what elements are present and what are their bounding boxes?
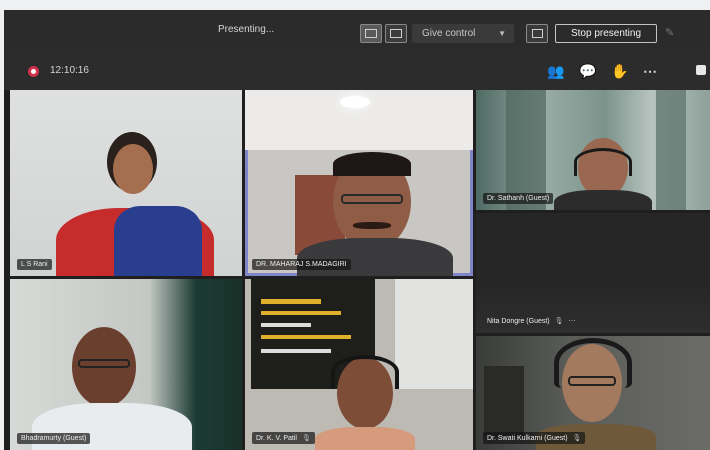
give-control-label: Give control xyxy=(422,28,476,39)
monitor-icon xyxy=(532,29,543,38)
video-tile[interactable]: Dr. Sathanh (Guest) xyxy=(476,90,710,210)
recording-icon xyxy=(28,66,39,77)
meeting-controls-bar: 12:10:16 👥 💬 ✋ ⋯ xyxy=(4,52,710,90)
participant-name: Bhadramurty (Guest) xyxy=(17,433,91,444)
video-tile[interactable]: Dr. Swati Kulkarni (Guest) 🎙 xyxy=(476,336,710,450)
participant-name-row: Dr. K. V. Patil 🎙 xyxy=(252,432,315,444)
participant-name-row: Nita Dongre (Guest) 🎙 ⋯ xyxy=(483,315,579,327)
give-control-dropdown[interactable]: Give control ▼ xyxy=(412,24,514,43)
raise-hand-icon[interactable]: ✋ xyxy=(611,61,628,81)
pip-mode-button[interactable] xyxy=(385,24,407,43)
presenting-status: Presenting... xyxy=(218,24,275,35)
mic-muted-icon: 🎙 xyxy=(572,435,582,442)
participant-name: Nita Dongre (Guest) xyxy=(487,318,550,325)
video-tile-active-speaker[interactable]: DR. MAHARAJ S.MADAGIRI xyxy=(245,90,473,276)
chat-icon[interactable]: 💬 xyxy=(579,61,596,81)
participant-name: Dr. Swati Kulkarni (Guest) xyxy=(487,435,568,442)
mic-muted-icon: 🎙 xyxy=(301,435,311,442)
participant-name: L S Rani xyxy=(17,259,52,270)
teams-meeting-window: Presenting... Give control ▼ Stop presen… xyxy=(4,10,710,450)
video-tile[interactable]: Bhadramurty (Guest) xyxy=(10,279,242,450)
pip-icon xyxy=(390,29,402,38)
participant-name-row: Dr. Swati Kulkarni (Guest) 🎙 xyxy=(483,432,586,444)
more-icon[interactable]: ⋯ xyxy=(643,61,657,81)
mic-muted-icon: 🎙 xyxy=(554,318,564,325)
monitor-button[interactable] xyxy=(526,24,548,43)
window-icon xyxy=(365,29,377,38)
stop-presenting-button[interactable]: Stop presenting xyxy=(555,24,657,43)
video-tile[interactable]: L S Rani xyxy=(10,90,242,276)
chevron-down-icon: ▼ xyxy=(498,29,506,38)
more-options-icon[interactable]: ⋯ xyxy=(568,318,575,325)
camera-icon[interactable] xyxy=(696,65,706,75)
video-tile[interactable]: Dr. K. V. Patil 🎙 xyxy=(245,279,473,450)
meeting-timer: 12:10:16 xyxy=(50,65,89,76)
participants-icon[interactable]: 👥 xyxy=(547,61,564,81)
participant-name: Dr. K. V. Patil xyxy=(256,435,297,442)
video-tile-camera-off[interactable]: Nita Dongre (Guest) 🎙 ⋯ xyxy=(476,213,710,333)
presenting-toolbar: Presenting... Give control ▼ Stop presen… xyxy=(4,10,710,52)
view-mode-button[interactable] xyxy=(360,24,382,43)
pin-icon[interactable]: ✎ xyxy=(665,26,674,39)
participant-name: Dr. Sathanh (Guest) xyxy=(483,193,554,204)
participant-name: DR. MAHARAJ S.MADAGIRI xyxy=(252,259,351,270)
